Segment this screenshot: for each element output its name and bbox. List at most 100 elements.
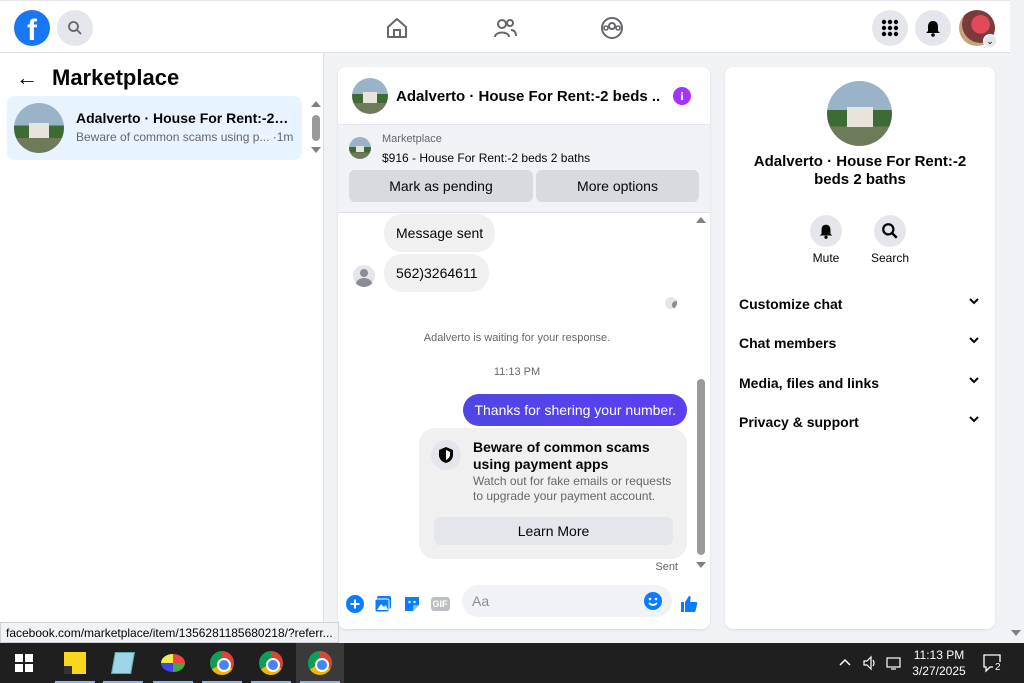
listing-price-title[interactable]: $916 - House For Rent:-2 beds 2 baths — [382, 151, 590, 165]
conversation-name: Adalverto · House For Rent:-2 b... — [76, 110, 291, 126]
chat-avatar[interactable] — [352, 78, 388, 114]
add-more-button[interactable] — [345, 594, 365, 614]
marketplace-sidebar: ← Marketplace Adalverto · House For Rent… — [0, 53, 324, 643]
seen-avatar — [665, 297, 677, 309]
scrollbar-thumb[interactable] — [312, 115, 320, 141]
info-icon[interactable]: i — [673, 87, 691, 105]
paint-icon — [161, 654, 185, 672]
taskbar-paint[interactable] — [149, 643, 197, 683]
clock-date: 3/27/2025 — [912, 664, 966, 678]
warning-body: Watch out for fake emails or requests to… — [473, 474, 672, 503]
listing-thumbnail[interactable] — [349, 137, 371, 159]
scam-warning-card: Beware of common scams using payment app… — [419, 428, 687, 559]
windows-logo-icon — [15, 654, 33, 672]
customize-chat-section[interactable]: Customize chat — [739, 296, 981, 316]
notification-count: 2 — [993, 662, 1003, 673]
chat-details-panel: Adalverto · House For Rent:-2 beds 2 bat… — [725, 67, 995, 629]
section-label: Media, files and links — [739, 375, 880, 391]
details-avatar[interactable] — [827, 81, 892, 146]
details-title: Adalverto · House For Rent:-2 beds 2 bat… — [753, 153, 967, 188]
sidebar-title: Marketplace — [52, 65, 180, 90]
facebook-logo[interactable]: f — [14, 10, 50, 46]
action-center-button[interactable]: 2 — [982, 643, 1004, 683]
section-label: Customize chat — [739, 296, 843, 312]
network-icon — [886, 657, 901, 670]
listing-thumbnail — [14, 103, 64, 153]
taskbar-chrome-3[interactable] — [296, 643, 344, 683]
scroll-up-arrow-icon[interactable] — [696, 217, 706, 223]
taskbar-chrome-1[interactable] — [198, 643, 246, 683]
chat-title[interactable]: Adalverto · House For Rent:-2 beds ... — [396, 88, 661, 105]
scroll-down-arrow-icon[interactable] — [311, 147, 321, 153]
gif-button[interactable]: GIF — [430, 594, 450, 614]
delivery-status: Sent — [655, 561, 678, 573]
clock-time: 11:13 PM — [913, 648, 965, 662]
mark-as-pending-button[interactable]: Mark as pending — [349, 170, 533, 202]
bell-icon — [926, 21, 940, 37]
message-bubble-incoming: 562)3264611 — [384, 254, 490, 292]
chevron-down-icon — [967, 412, 981, 429]
chat-panel: Adalverto · House For Rent:-2 beds ... i… — [338, 67, 710, 629]
search-button[interactable] — [57, 10, 93, 46]
volume-button[interactable] — [862, 643, 878, 683]
network-button[interactable] — [886, 643, 902, 683]
more-options-button[interactable]: More options — [536, 170, 699, 202]
conversation-item[interactable]: Adalverto · House For Rent:-2 b... Bewar… — [7, 96, 302, 160]
groups-icon — [601, 17, 623, 39]
search-icon — [68, 21, 82, 35]
message-composer: GIF Aa — [338, 581, 710, 629]
emoji-icon[interactable] — [644, 592, 662, 610]
mute-button[interactable] — [810, 215, 842, 247]
home-tab[interactable] — [384, 15, 410, 41]
search-icon — [882, 223, 898, 239]
search-in-conversation-button[interactable] — [874, 215, 906, 247]
taskbar-notepad[interactable] — [99, 643, 147, 683]
show-hidden-icons-button[interactable] — [838, 643, 852, 683]
taskbar-sticky-notes[interactable] — [51, 643, 99, 683]
media-files-links-section[interactable]: Media, files and links — [739, 375, 981, 395]
menu-button[interactable] — [872, 10, 908, 46]
plus-circle-icon — [346, 595, 364, 613]
notifications-button[interactable] — [915, 10, 951, 46]
chevron-down-icon — [967, 373, 981, 390]
scroll-up-arrow-icon[interactable] — [311, 101, 321, 107]
notepad-icon — [111, 652, 135, 674]
profile-avatar[interactable]: ⌄ — [959, 10, 997, 48]
chat-header: Adalverto · House For Rent:-2 beds ... i — [338, 67, 710, 125]
chat-members-section[interactable]: Chat members — [739, 335, 981, 355]
scrollbar-thumb[interactable] — [697, 379, 705, 555]
message-input[interactable]: Aa — [462, 585, 672, 617]
privacy-support-section[interactable]: Privacy & support — [739, 414, 981, 434]
sidebar-header: ← Marketplace — [16, 65, 179, 91]
sticky-notes-icon — [64, 652, 86, 674]
message-bubble-incoming: Message sent — [384, 214, 496, 252]
scroll-down-arrow-icon[interactable] — [696, 562, 706, 568]
sidebar-scrollbar[interactable] — [311, 101, 321, 157]
bell-icon — [819, 224, 833, 239]
message-list: Message sent 562)3264611 Adalverto is wa… — [338, 213, 710, 581]
sticker-icon — [405, 597, 419, 611]
attach-photo-button[interactable] — [373, 594, 393, 614]
thumbs-up-icon — [681, 596, 698, 612]
conversation-preview: Beware of common scams using p... ·1m — [76, 130, 294, 144]
chrome-icon — [259, 651, 283, 675]
chrome-icon — [210, 651, 234, 675]
back-arrow-icon[interactable]: ← — [16, 65, 38, 91]
chevron-up-icon — [839, 658, 851, 666]
friends-tab[interactable] — [492, 15, 518, 41]
taskbar-clock[interactable]: 11:13 PM 3/27/2025 — [906, 647, 972, 679]
sticker-button[interactable] — [402, 594, 422, 614]
chat-scrollbar[interactable] — [695, 217, 707, 573]
speaker-icon — [863, 655, 875, 671]
shield-icon — [431, 440, 461, 470]
page-scroll-down-arrow-icon[interactable] — [1011, 630, 1021, 636]
groups-tab[interactable] — [599, 15, 625, 41]
learn-more-button[interactable]: Learn More — [434, 517, 673, 545]
warning-title: Beware of common scams using payment app… — [473, 439, 650, 472]
chevron-down-icon: ⌄ — [983, 34, 997, 48]
start-button[interactable] — [0, 643, 48, 683]
like-button[interactable] — [679, 594, 699, 614]
photo-icon — [374, 596, 391, 613]
taskbar-chrome-2[interactable] — [247, 643, 295, 683]
listing-banner: Marketplace $916 - House For Rent:-2 bed… — [338, 125, 710, 213]
